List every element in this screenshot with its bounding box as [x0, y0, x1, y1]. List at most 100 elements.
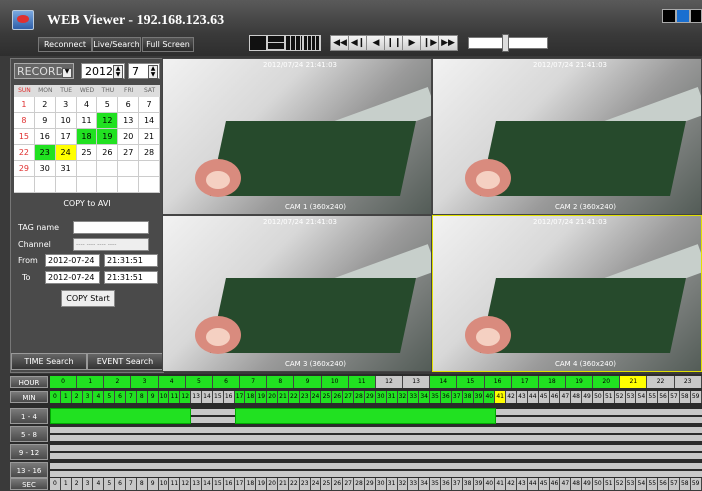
second-cell[interactable]: 1	[60, 478, 72, 490]
hour-cell[interactable]: 7	[240, 376, 268, 388]
step-back-button[interactable]: ◀❙	[348, 35, 368, 51]
minute-cell[interactable]: 32	[397, 391, 409, 403]
calendar-day[interactable]: 6	[118, 97, 140, 113]
copy-start-button[interactable]: COPY Start	[61, 290, 115, 307]
timeline-track[interactable]	[50, 463, 702, 469]
second-cell[interactable]: 33	[408, 478, 420, 490]
minute-cell[interactable]: 50	[592, 391, 604, 403]
minute-cell[interactable]: 15	[212, 391, 224, 403]
minute-cell[interactable]: 48	[571, 391, 583, 403]
second-cell[interactable]: 40	[484, 478, 496, 490]
calendar-day[interactable]: 31	[55, 161, 77, 177]
minute-cell[interactable]: 38	[462, 391, 474, 403]
camera-view-3[interactable]: 2012/07/24 21:41:03 CAM 3 (360x240)	[162, 215, 432, 372]
second-cell[interactable]: 25	[321, 478, 333, 490]
year-stepper[interactable]: 2012 ▲ ▼	[81, 63, 125, 79]
minute-cell[interactable]: 5	[104, 391, 116, 403]
to-time-input[interactable]: 21:31:51	[104, 271, 158, 284]
minute-cell[interactable]: 36	[440, 391, 452, 403]
second-cell[interactable]: 24	[310, 478, 322, 490]
minute-cell[interactable]: 9	[147, 391, 159, 403]
calendar-day[interactable]: 7	[139, 97, 160, 113]
second-cell[interactable]: 23	[299, 478, 311, 490]
minute-cell[interactable]: 54	[636, 391, 648, 403]
minute-cell[interactable]: 52	[614, 391, 626, 403]
close-icon[interactable]	[690, 9, 702, 23]
minute-cell[interactable]: 59	[690, 391, 702, 403]
step-forward-button[interactable]: ❙▶	[420, 35, 440, 51]
calendar-day[interactable]: 13	[118, 113, 140, 129]
reconnect-button[interactable]: Reconnect	[38, 37, 92, 52]
camera-view-4[interactable]: 2012/07/24 21:41:03 CAM 4 (360x240)	[432, 215, 702, 372]
calendar-day[interactable]: 12	[97, 113, 119, 129]
minute-cell[interactable]: 56	[658, 391, 669, 403]
minute-cell[interactable]: 14	[202, 391, 213, 403]
from-time-input[interactable]: 21:31:51	[104, 254, 158, 267]
calendar-day[interactable]: 27	[118, 145, 140, 161]
playback-speed-slider[interactable]	[468, 34, 548, 52]
second-cell[interactable]: 0	[50, 478, 61, 490]
live-search-button[interactable]: Live/Search	[92, 37, 141, 52]
calendar-day[interactable]: 29	[14, 161, 35, 177]
calendar-day[interactable]: 19	[97, 129, 119, 145]
second-cell[interactable]: 13	[191, 478, 203, 490]
minute-cell[interactable]: 25	[321, 391, 333, 403]
second-cell[interactable]: 26	[332, 478, 344, 490]
minute-cell[interactable]: 28	[354, 391, 365, 403]
second-cell[interactable]: 42	[506, 478, 517, 490]
second-cell[interactable]: 18	[245, 478, 257, 490]
full-screen-button[interactable]: Full Screen	[142, 37, 194, 52]
second-cell[interactable]: 46	[549, 478, 561, 490]
hour-cell[interactable]: 19	[565, 376, 594, 388]
minute-cell[interactable]: 35	[430, 391, 441, 403]
minute-cell[interactable]: 19	[256, 391, 268, 403]
minute-cell[interactable]: 23	[299, 391, 311, 403]
second-cell[interactable]: 21	[278, 478, 289, 490]
calendar-day[interactable]: 9	[34, 113, 56, 129]
second-cell[interactable]: 54	[636, 478, 648, 490]
calendar-day[interactable]: 24	[55, 145, 77, 161]
minute-cell[interactable]: 27	[343, 391, 355, 403]
second-cell[interactable]: 15	[212, 478, 224, 490]
minute-cell[interactable]: 16	[223, 391, 235, 403]
maximize-icon[interactable]	[676, 9, 690, 23]
minute-cell[interactable]: 11	[169, 391, 181, 403]
second-cell[interactable]: 44	[527, 478, 539, 490]
hour-cell[interactable]: 6	[212, 376, 241, 388]
calendar-day[interactable]: 10	[55, 113, 77, 129]
calendar-day[interactable]: 3	[55, 97, 77, 113]
second-cell[interactable]: 28	[354, 478, 365, 490]
second-cell[interactable]: 5	[104, 478, 116, 490]
second-cell[interactable]: 6	[115, 478, 127, 490]
second-cell[interactable]: 4	[93, 478, 105, 490]
minute-cell[interactable]: 10	[158, 391, 170, 403]
play-reverse-button[interactable]: ◀	[366, 35, 386, 51]
second-cell[interactable]: 19	[256, 478, 268, 490]
hour-cell[interactable]: 1	[77, 376, 105, 388]
hour-cell[interactable]: 23	[674, 376, 702, 388]
minute-cell[interactable]: 33	[408, 391, 420, 403]
minute-cell[interactable]: 20	[267, 391, 279, 403]
second-cell[interactable]: 30	[375, 478, 387, 490]
recorded-segment[interactable]	[50, 408, 192, 424]
hour-cell[interactable]: 3	[131, 376, 159, 388]
layout-1x1-icon[interactable]	[249, 35, 267, 51]
minute-cell[interactable]: 42	[506, 391, 517, 403]
second-cell[interactable]: 29	[364, 478, 376, 490]
minute-cell[interactable]: 24	[310, 391, 322, 403]
hour-cell[interactable]: 17	[511, 376, 539, 388]
timeline-track[interactable]	[50, 435, 702, 441]
calendar-day[interactable]: 18	[76, 129, 98, 145]
hour-cell[interactable]: 11	[348, 376, 376, 388]
second-cell[interactable]: 10	[158, 478, 170, 490]
timeline-track[interactable]	[50, 471, 702, 477]
minute-cell[interactable]: 21	[278, 391, 289, 403]
minute-cell[interactable]: 37	[451, 391, 463, 403]
second-cell[interactable]: 47	[560, 478, 572, 490]
minute-cell[interactable]: 26	[332, 391, 344, 403]
hour-cell[interactable]: 22	[647, 376, 675, 388]
calendar-day[interactable]: 21	[139, 129, 160, 145]
minute-cell[interactable]: 45	[538, 391, 550, 403]
calendar-day[interactable]: 15	[14, 129, 35, 145]
second-cell[interactable]: 56	[658, 478, 669, 490]
